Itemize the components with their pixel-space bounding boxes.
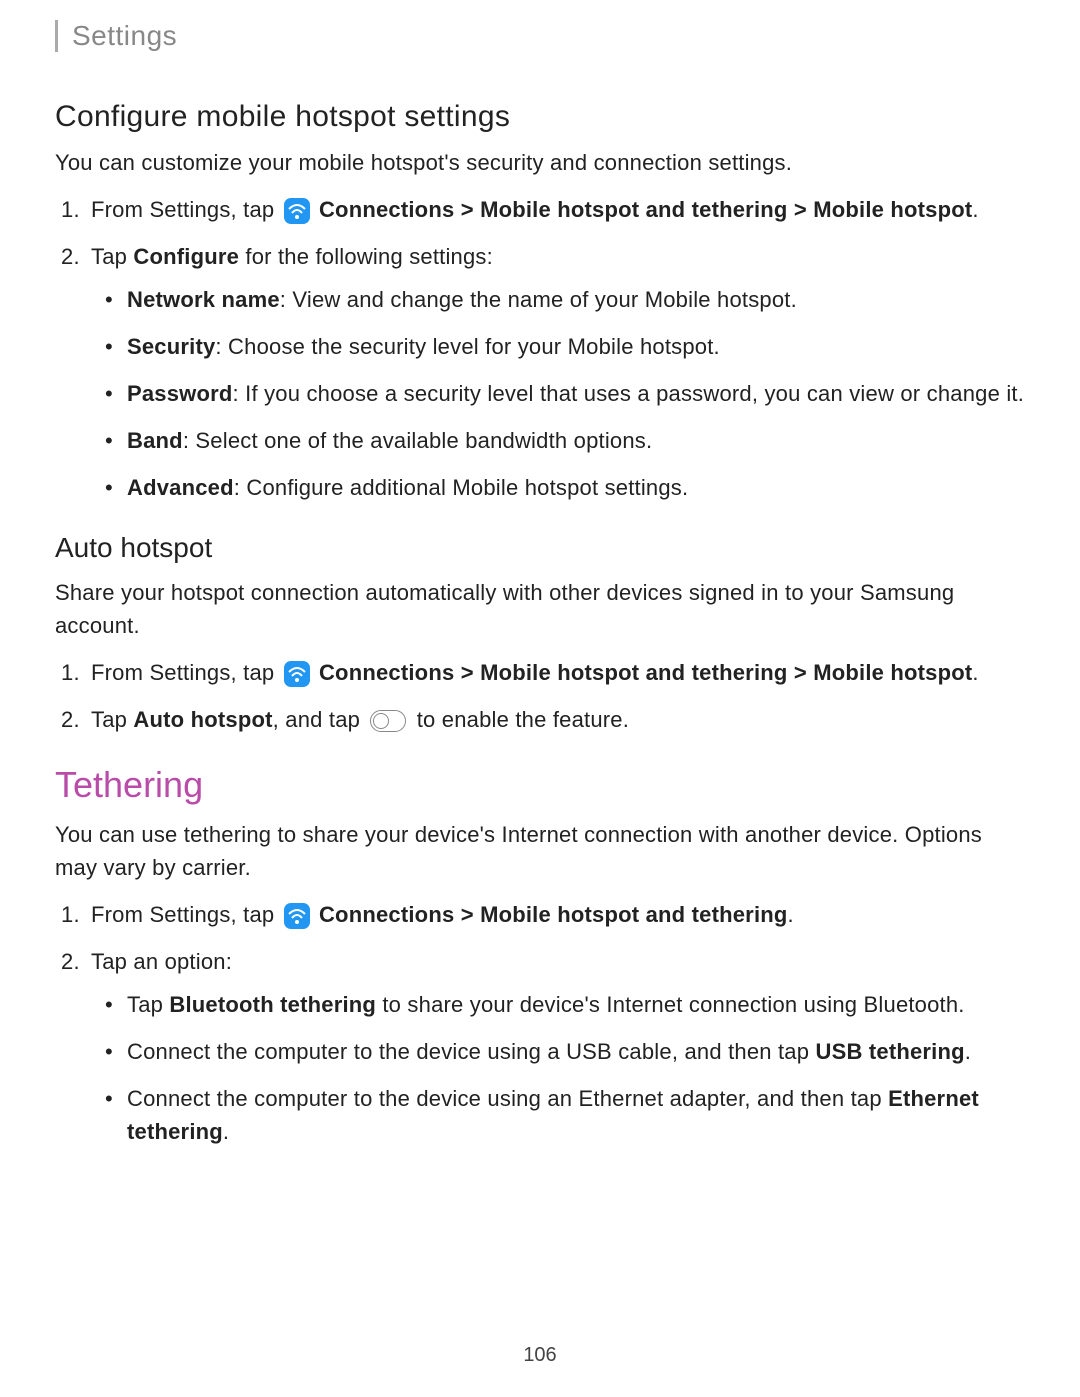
bullet-item: Advanced: Configure additional Mobile ho… <box>127 471 1025 504</box>
step-bold: Connections > Mobile hotspot and tetheri… <box>319 197 972 222</box>
intro-auto-hotspot: Share your hotspot connection automatica… <box>55 576 1025 642</box>
bullet-label: Network name <box>127 287 280 312</box>
page-header-title: Settings <box>55 20 1025 52</box>
bullet-item: Connect the computer to the device using… <box>127 1035 1025 1068</box>
bullet-bold: USB tethering <box>816 1039 965 1064</box>
step-text: Tap <box>91 244 133 269</box>
connections-icon <box>284 198 310 224</box>
bullet-prefix: Tap <box>127 992 169 1017</box>
step-bold: Configure <box>133 244 239 269</box>
step-suffix: . <box>972 197 978 222</box>
bullet-label: Security <box>127 334 215 359</box>
bullet-item: Password: If you choose a security level… <box>127 377 1025 410</box>
connections-icon <box>284 661 310 687</box>
intro-tethering: You can use tethering to share your devi… <box>55 818 1025 884</box>
configure-options-list: Network name: View and change the name o… <box>91 283 1025 504</box>
step-item: From Settings, tap Connections > Mobile … <box>91 898 1025 931</box>
step-bold: Connections > Mobile hotspot and tetheri… <box>319 660 972 685</box>
steps-configure-hotspot: From Settings, tap Connections > Mobile … <box>55 193 1025 504</box>
step-bold: Connections > Mobile hotspot and tetheri… <box>319 902 788 927</box>
step-item: Tap Configure for the following settings… <box>91 240 1025 504</box>
bullet-item: Security: Choose the security level for … <box>127 330 1025 363</box>
bullet-suffix: . <box>223 1119 229 1144</box>
heading-auto-hotspot: Auto hotspot <box>55 532 1025 564</box>
steps-auto-hotspot: From Settings, tap Connections > Mobile … <box>55 656 1025 736</box>
step-bold: Auto hotspot <box>133 707 272 732</box>
step-suffix: . <box>788 902 794 927</box>
bullet-text: : If you choose a security level that us… <box>233 381 1025 406</box>
bullet-label: Password <box>127 381 233 406</box>
step-suffix: for the following settings: <box>239 244 493 269</box>
heading-tethering: Tethering <box>55 764 1025 806</box>
bullet-prefix: Connect the computer to the device using… <box>127 1039 816 1064</box>
step-text: Tap an option: <box>91 949 232 974</box>
bullet-item: Network name: View and change the name o… <box>127 283 1025 316</box>
bullet-suffix: . <box>965 1039 971 1064</box>
step-suffix: . <box>972 660 978 685</box>
step-suffix: to enable the feature. <box>410 707 629 732</box>
bullet-text: : View and change the name of your Mobil… <box>280 287 797 312</box>
bullet-label: Band <box>127 428 183 453</box>
step-text: From Settings, tap <box>91 660 281 685</box>
bullet-item: Tap Bluetooth tethering to share your de… <box>127 988 1025 1021</box>
step-text: From Settings, tap <box>91 197 281 222</box>
toggle-off-icon <box>370 710 406 732</box>
bullet-text: : Configure additional Mobile hotspot se… <box>234 475 689 500</box>
bullet-item: Connect the computer to the device using… <box>127 1082 1025 1148</box>
intro-configure-hotspot: You can customize your mobile hotspot's … <box>55 146 1025 179</box>
step-item: From Settings, tap Connections > Mobile … <box>91 656 1025 689</box>
page-number: 106 <box>0 1344 1080 1367</box>
steps-tethering: From Settings, tap Connections > Mobile … <box>55 898 1025 1148</box>
heading-configure-hotspot: Configure mobile hotspot settings <box>55 100 1025 134</box>
step-item: Tap Auto hotspot, and tap to enable the … <box>91 703 1025 736</box>
connections-icon <box>284 903 310 929</box>
bullet-item: Band: Select one of the available bandwi… <box>127 424 1025 457</box>
step-item: From Settings, tap Connections > Mobile … <box>91 193 1025 226</box>
bullet-label: Advanced <box>127 475 234 500</box>
bullet-text: : Choose the security level for your Mob… <box>215 334 719 359</box>
bullet-bold: Bluetooth tethering <box>169 992 376 1017</box>
tethering-options-list: Tap Bluetooth tethering to share your de… <box>91 988 1025 1148</box>
bullet-suffix: to share your device's Internet connecti… <box>376 992 965 1017</box>
step-text: From Settings, tap <box>91 902 281 927</box>
step-item: Tap an option: Tap Bluetooth tethering t… <box>91 945 1025 1148</box>
bullet-text: : Select one of the available bandwidth … <box>183 428 652 453</box>
step-text: Tap <box>91 707 133 732</box>
bullet-prefix: Connect the computer to the device using… <box>127 1086 888 1111</box>
step-mid: , and tap <box>273 707 367 732</box>
